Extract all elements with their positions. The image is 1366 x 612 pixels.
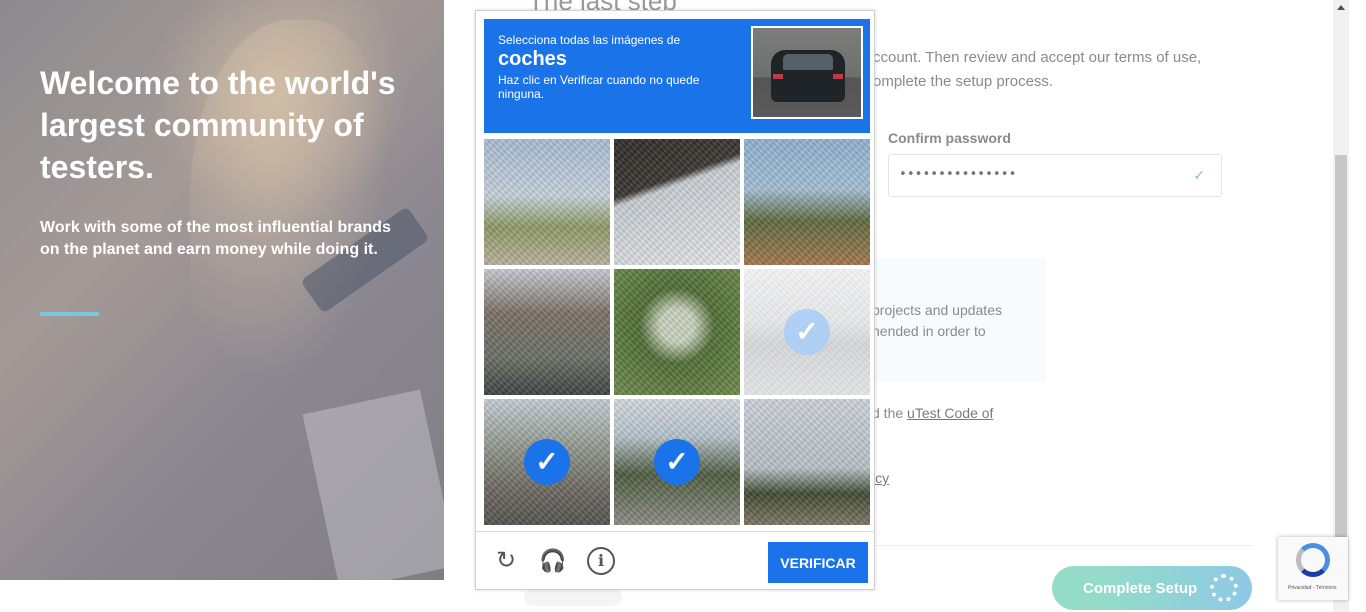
- captcha-tile-selected[interactable]: ✓: [484, 399, 610, 525]
- reload-icon[interactable]: ↻: [492, 547, 520, 575]
- hero-photo-paper: [302, 389, 444, 580]
- page-scrollbar[interactable]: [1333, 0, 1349, 612]
- captcha-footer: ↻ 🎧 i VERIFICAR: [476, 531, 874, 589]
- scroll-up-icon[interactable]: [1337, 5, 1345, 10]
- complete-setup-label: Complete Setup: [1083, 579, 1198, 597]
- terms-prefix: d the: [872, 405, 908, 421]
- checkmark-icon: ✓: [784, 309, 830, 355]
- recaptcha-logo-icon: [1296, 543, 1330, 577]
- confirm-password-input[interactable]: [899, 167, 1179, 182]
- terms-text: d the uTest Code of: [872, 405, 993, 421]
- hero-panel: Welcome to the world's largest community…: [0, 0, 444, 580]
- sample-car-taillight: [773, 74, 783, 79]
- back-button[interactable]: [524, 588, 622, 606]
- recaptcha-terms[interactable]: Privacidad - Términos: [1288, 585, 1337, 591]
- hero-title: Welcome to the world's largest community…: [40, 65, 396, 185]
- verify-button-label: VERIFICAR: [780, 554, 856, 571]
- confirm-password-field[interactable]: ✓: [888, 154, 1222, 197]
- captcha-tile[interactable]: [484, 139, 610, 265]
- captcha-tile-selected[interactable]: ✓: [744, 269, 870, 395]
- info-icon[interactable]: i: [587, 547, 615, 575]
- divider: [873, 545, 1253, 546]
- scrollbar-thumb[interactable]: [1335, 155, 1347, 540]
- captcha-header: Selecciona todas las imágenes de coches …: [484, 19, 870, 133]
- checkmark-icon: ✓: [524, 439, 570, 485]
- captcha-tile[interactable]: [484, 269, 610, 395]
- captcha-target: coches: [498, 48, 567, 70]
- captcha-hint: Haz clic en Verificar cuando no quede ni…: [498, 73, 700, 101]
- audio-icon[interactable]: 🎧: [539, 547, 567, 575]
- loading-spinner-icon: [1210, 574, 1238, 602]
- hero-divider: [40, 312, 99, 316]
- verify-button[interactable]: VERIFICAR: [768, 542, 868, 583]
- sample-car-window: [783, 54, 833, 70]
- checkmark-icon: ✓: [1193, 167, 1205, 183]
- captcha-grid: ✓ ✓ ✓: [484, 139, 870, 525]
- hero-subtitle: Work with some of the most influential b…: [40, 219, 391, 258]
- captcha-tile[interactable]: [744, 399, 870, 525]
- confirm-password-label: Confirm password: [888, 130, 1011, 146]
- sample-car-taillight: [833, 74, 843, 79]
- captcha-tile[interactable]: [744, 139, 870, 265]
- captcha-tile[interactable]: [614, 139, 740, 265]
- captcha-dialog: Selecciona todas las imágenes de coches …: [475, 10, 875, 590]
- intro-text: ccount. Then review and accept our terms…: [873, 49, 1202, 90]
- captcha-instruction: Selecciona todas las imágenes de: [498, 33, 681, 47]
- recaptcha-badge[interactable]: Privacidad - Términos: [1278, 537, 1348, 600]
- captcha-tile[interactable]: [614, 269, 740, 395]
- code-of-conduct-link[interactable]: uTest Code of: [907, 405, 993, 421]
- checkmark-icon: ✓: [654, 439, 700, 485]
- captcha-tile-selected[interactable]: ✓: [614, 399, 740, 525]
- info-box: projects and updates nended in order to: [872, 258, 1046, 382]
- captcha-sample-image: [751, 26, 863, 119]
- info-box-text: projects and updates nended in order to: [872, 302, 1002, 339]
